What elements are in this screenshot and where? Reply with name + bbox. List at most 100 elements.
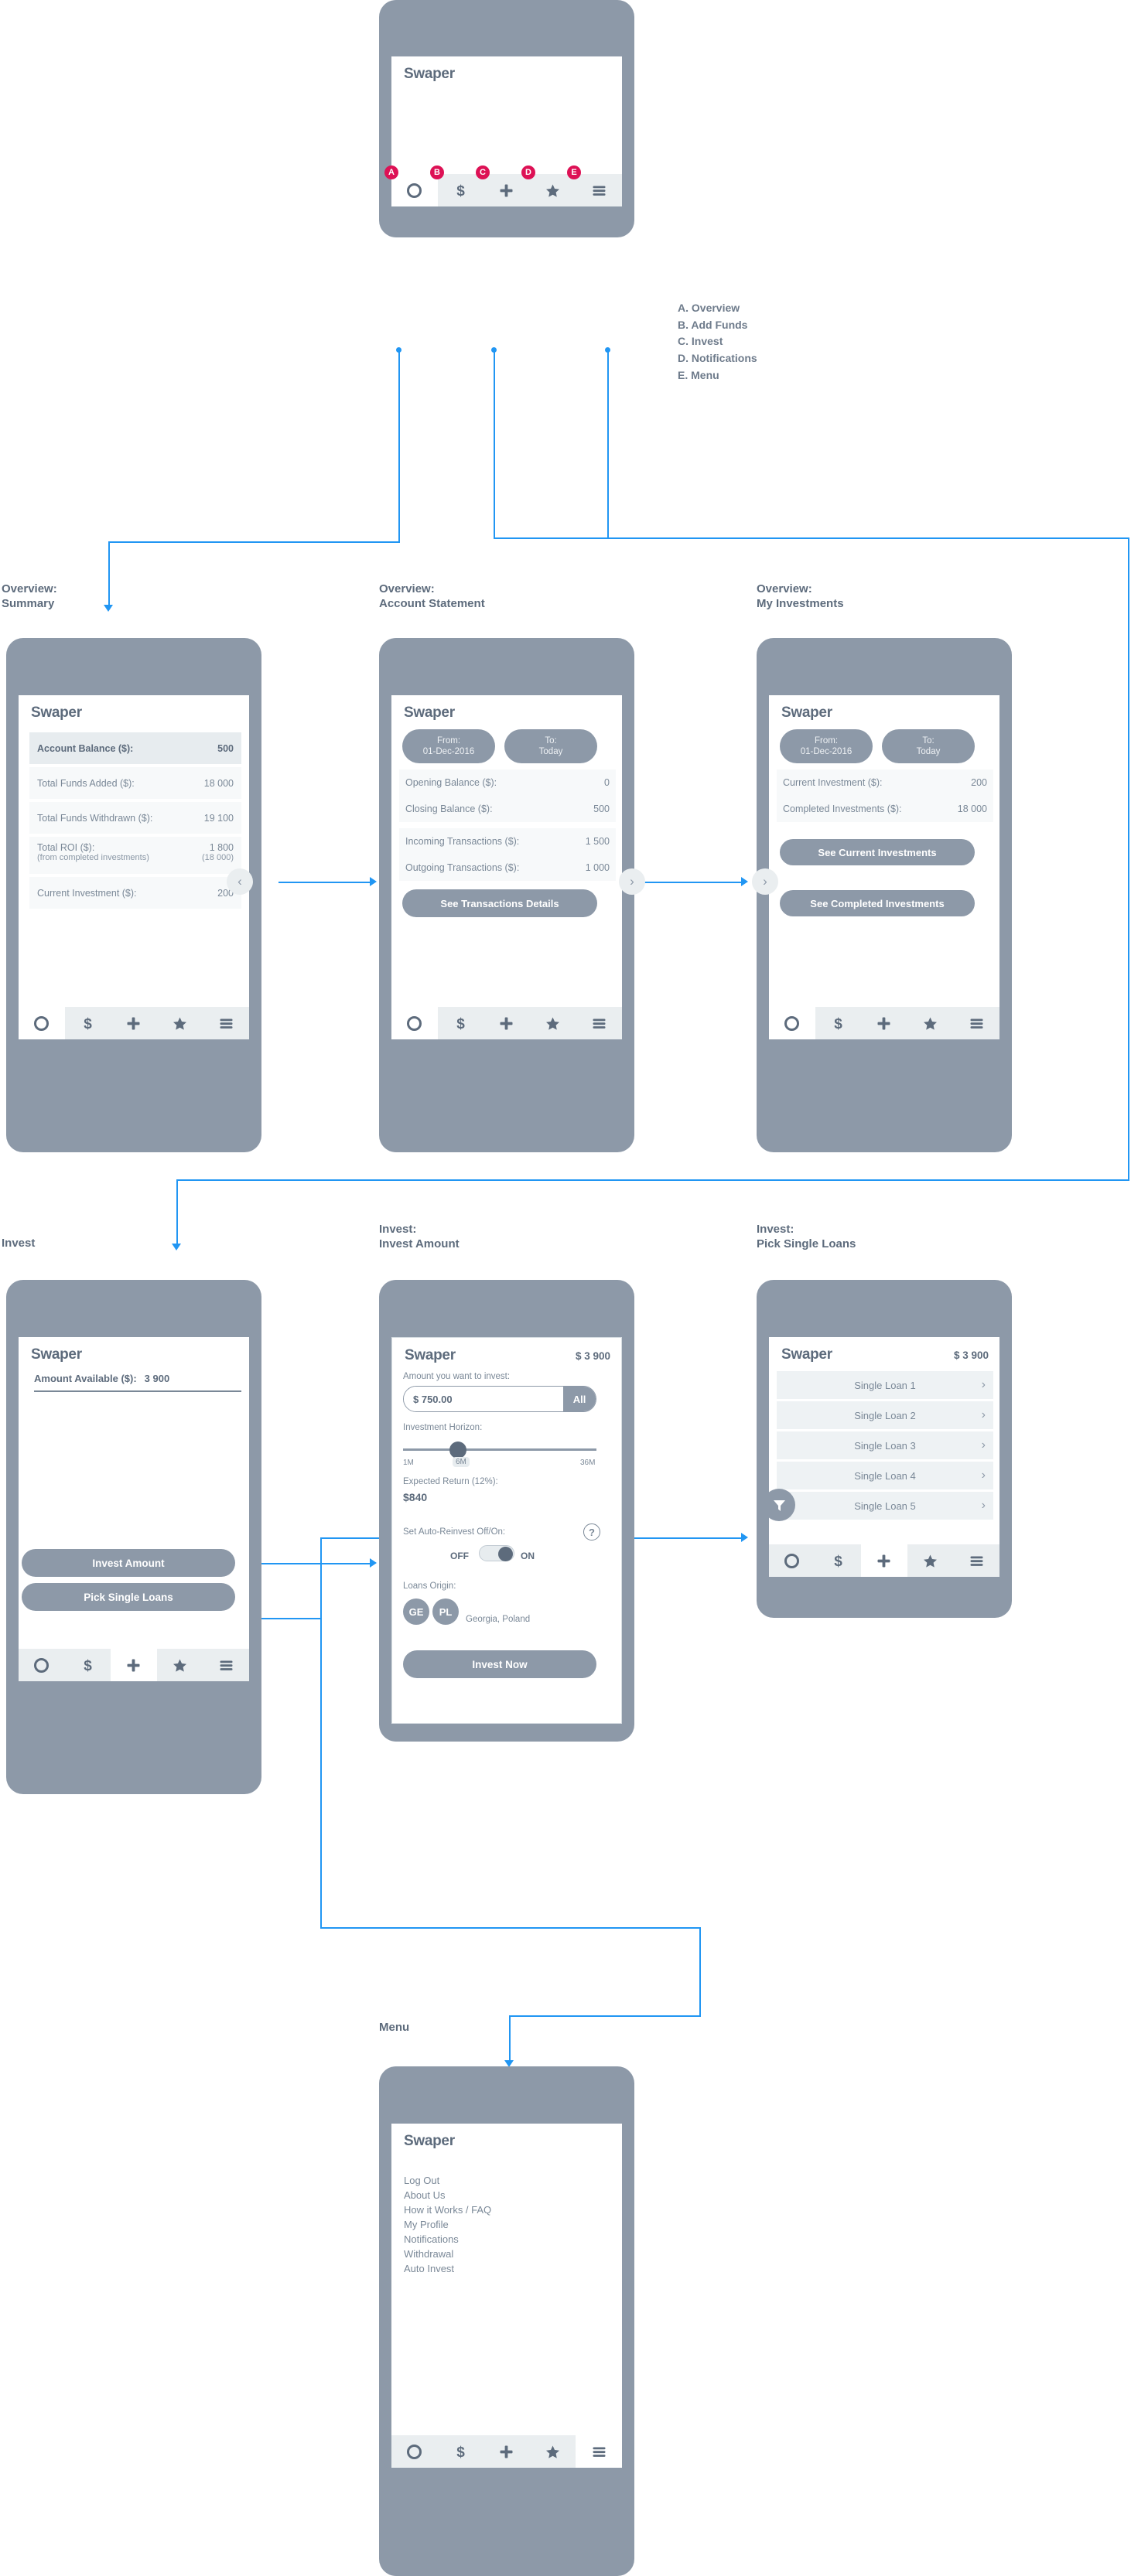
nav-add-funds-button[interactable]: $ xyxy=(438,1007,484,1039)
table-row[interactable]: Total ROI ($): 1 800 (from completed inv… xyxy=(29,837,241,874)
nav-invest-button[interactable] xyxy=(111,1649,157,1681)
nav-add-funds-button[interactable]: $ xyxy=(438,174,484,206)
label-line-2: My Investments xyxy=(757,597,844,611)
arrow-pick-loans xyxy=(741,1533,748,1542)
see-completed-investments-button[interactable]: See Completed Investments xyxy=(780,890,975,916)
nav-badge-d: D xyxy=(521,165,535,179)
menu-item-how-it-works[interactable]: How it Works / FAQ xyxy=(404,2204,491,2216)
overview-circle-icon xyxy=(407,2444,422,2459)
nav-notifications-button[interactable] xyxy=(157,1649,203,1681)
nav-add-funds-button[interactable]: $ xyxy=(438,2435,484,2468)
table-row[interactable]: Current Investment ($): 200 xyxy=(29,877,241,909)
nav-notifications-button[interactable] xyxy=(907,1007,954,1039)
nav-notifications-button[interactable] xyxy=(530,174,576,206)
nav-notifications-button[interactable] xyxy=(530,2435,576,2468)
nav-notifications-button[interactable] xyxy=(530,1007,576,1039)
list-item[interactable]: Single Loan 2 › xyxy=(777,1401,993,1429)
origin-badge-ge[interactable]: GE xyxy=(403,1598,429,1625)
date-from-picker[interactable]: From: 01-Dec-2016 xyxy=(780,729,873,763)
nav-notifications-button[interactable] xyxy=(157,1007,203,1039)
list-item[interactable]: Single Loan 5 › xyxy=(777,1492,993,1520)
nav-overview-button[interactable] xyxy=(391,174,438,206)
nav-invest-button[interactable] xyxy=(861,1544,907,1577)
summary-prev-handle[interactable]: ‹ xyxy=(227,868,253,895)
table-row[interactable]: Closing Balance ($): 500 xyxy=(399,796,616,822)
invest-amount-input[interactable]: $ 750.00 xyxy=(404,1387,563,1411)
table-row[interactable]: Total Funds Added ($): 18 000 xyxy=(29,767,241,799)
nav-invest-button[interactable] xyxy=(111,1007,157,1039)
connector-menu-5 xyxy=(509,2015,511,2062)
invest-amount-button[interactable]: Invest Amount xyxy=(22,1549,235,1577)
table-row[interactable]: Outgoing Transactions ($): 1 000 xyxy=(399,855,616,881)
nav-invest-button[interactable] xyxy=(483,174,530,206)
table-row[interactable]: Current Investment ($): 200 xyxy=(777,769,993,796)
menu-item-withdrawal[interactable]: Withdrawal xyxy=(404,2248,453,2260)
nav-overview-button[interactable] xyxy=(391,2435,438,2468)
chevron-right-icon: › xyxy=(981,1378,986,1391)
nav-add-funds-button[interactable]: $ xyxy=(815,1007,862,1039)
table-row[interactable]: Total Funds Withdrawn ($): 19 100 xyxy=(29,802,241,834)
table-row[interactable]: Incoming Transactions ($): 1 500 xyxy=(399,828,616,855)
nav-overview-button[interactable] xyxy=(19,1649,65,1681)
auto-reinvest-toggle[interactable] xyxy=(479,1545,514,1561)
menu-item-auto-invest[interactable]: Auto Invest xyxy=(404,2263,454,2274)
connector-dot-c xyxy=(491,347,497,353)
row-value: 1 000 xyxy=(585,862,610,873)
nav-invest-button[interactable] xyxy=(861,1007,907,1039)
nav-menu-button[interactable] xyxy=(576,2435,622,2468)
legend-item-b: B. Add Funds xyxy=(678,318,748,331)
nav-add-funds-button[interactable]: $ xyxy=(65,1007,111,1039)
date-to-picker[interactable]: To: Today xyxy=(882,729,975,763)
bottom-nav: $ xyxy=(391,2435,622,2468)
see-current-investments-button[interactable]: See Current Investments xyxy=(780,839,975,865)
list-item[interactable]: Single Loan 1 › xyxy=(777,1371,993,1399)
menu-item-log-out[interactable]: Log Out xyxy=(404,2175,439,2186)
nav-overview-button[interactable] xyxy=(19,1007,65,1039)
label-menu: Menu xyxy=(379,2020,409,2035)
connector-pick-2 xyxy=(320,1537,322,1618)
pick-single-loans-button[interactable]: Pick Single Loans xyxy=(22,1583,235,1611)
nav-menu-button[interactable] xyxy=(203,1649,249,1681)
date-from-picker[interactable]: From: 01-Dec-2016 xyxy=(402,729,495,763)
nav-invest-button[interactable] xyxy=(483,1007,530,1039)
overview-circle-icon xyxy=(34,1015,50,1031)
statement-next-handle[interactable]: › xyxy=(619,868,645,895)
toggle-knob[interactable] xyxy=(498,1547,513,1561)
origin-badge-pl[interactable]: PL xyxy=(432,1598,459,1625)
help-icon[interactable]: ? xyxy=(583,1523,600,1540)
horizon-slider-knob[interactable] xyxy=(449,1442,466,1459)
nav-add-funds-button[interactable]: $ xyxy=(815,1544,862,1577)
nav-add-funds-button[interactable]: $ xyxy=(65,1649,111,1681)
all-button[interactable]: All xyxy=(563,1387,596,1411)
nav-overview-button[interactable] xyxy=(391,1007,438,1039)
app-brand: Swaper xyxy=(404,66,455,82)
table-row[interactable]: Opening Balance ($): 0 xyxy=(399,769,616,796)
see-transactions-details-button[interactable]: See Transactions Details xyxy=(402,889,597,917)
hamburger-icon xyxy=(593,1018,606,1029)
nav-menu-button[interactable] xyxy=(203,1007,249,1039)
list-item[interactable]: Single Loan 3 › xyxy=(777,1431,993,1459)
nav-menu-button[interactable] xyxy=(953,1007,999,1039)
table-row[interactable]: Account Balance ($): 500 xyxy=(29,732,241,764)
nav-menu-button[interactable] xyxy=(953,1544,999,1577)
list-item[interactable]: Single Loan 4 › xyxy=(777,1462,993,1489)
nav-menu-button[interactable] xyxy=(576,174,622,206)
menu-item-about-us[interactable]: About Us xyxy=(404,2189,445,2201)
nav-overview-button[interactable] xyxy=(769,1544,815,1577)
menu-item-notifications[interactable]: Notifications xyxy=(404,2233,459,2245)
nav-menu-button[interactable] xyxy=(576,1007,622,1039)
invest-now-button[interactable]: Invest Now xyxy=(403,1650,596,1678)
nav-notifications-button[interactable] xyxy=(907,1544,954,1577)
nav-overview-button[interactable] xyxy=(769,1007,815,1039)
overview-circle-icon xyxy=(784,1015,800,1031)
date-to-picker[interactable]: To: Today xyxy=(504,729,597,763)
menu-item-my-profile[interactable]: My Profile xyxy=(404,2219,449,2230)
origin-names: Georgia, Poland xyxy=(466,1615,531,1624)
bottom-nav: $ xyxy=(19,1007,249,1039)
investments-prev-handle[interactable]: › xyxy=(752,868,778,895)
horizon-slider-track[interactable] xyxy=(403,1448,596,1451)
invest-amount-input-group[interactable]: $ 750.00 All xyxy=(403,1386,596,1412)
nav-invest-button[interactable] xyxy=(483,2435,530,2468)
phone-frame-summary: Swaper Account Balance ($): 500 Total Fu… xyxy=(6,638,261,1152)
table-row[interactable]: Completed Investments ($): 18 000 xyxy=(777,796,993,822)
